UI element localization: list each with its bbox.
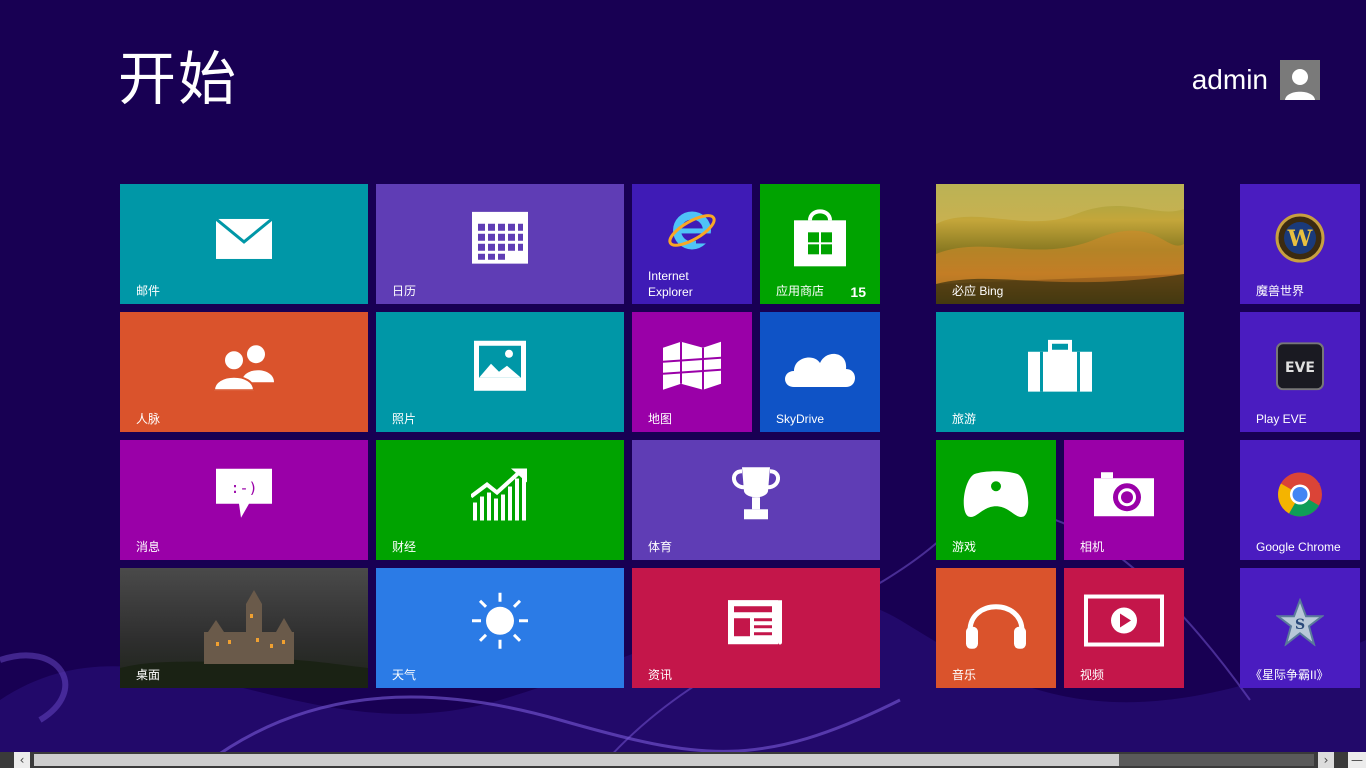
tile-travel[interactable]: 旅游 — [936, 312, 1184, 432]
tile-messaging[interactable]: :-) 消息 — [120, 440, 368, 560]
tile-starcraft[interactable]: S 《星际争霸II》 — [1240, 568, 1360, 688]
tile-label: SkyDrive — [776, 412, 825, 426]
tile-label: 地图 — [648, 412, 673, 426]
tile-label: 魔兽世界 — [1256, 284, 1305, 298]
calendar-icon — [472, 211, 528, 264]
tile-label: 资讯 — [648, 668, 673, 682]
tile-label: 旅游 — [952, 412, 977, 426]
tile-people[interactable]: 人脉 — [120, 312, 368, 432]
tile-finance[interactable]: 财经 — [376, 440, 624, 560]
headphones-icon — [966, 604, 1026, 649]
tile-label: 财经 — [392, 540, 417, 554]
maps-icon — [662, 341, 722, 390]
news-icon — [728, 600, 782, 645]
tile-label: 桌面 — [136, 668, 161, 682]
camera-icon — [1094, 472, 1154, 517]
tile-label: 人脉 — [136, 412, 161, 426]
tile-label-line1: Internet — [648, 269, 689, 283]
tile-photos[interactable]: 照片 — [376, 312, 624, 432]
people-icon — [212, 345, 274, 391]
finance-chart-icon — [471, 468, 527, 521]
tile-world-of-warcraft[interactable]: W 魔兽世界 — [1240, 184, 1360, 304]
tile-camera[interactable]: 相机 — [1064, 440, 1184, 560]
tile-label: 日历 — [392, 284, 417, 298]
wow-icon: W — [1275, 213, 1325, 263]
internet-explorer-icon — [668, 211, 716, 250]
tile-sports[interactable]: 体育 — [632, 440, 880, 560]
tile-label-line2: Explorer — [648, 285, 693, 299]
tile-label: 邮件 — [136, 284, 161, 298]
tile-internet-explorer[interactable]: Internet Explorer — [632, 184, 752, 304]
tile-video[interactable]: 视频 — [1064, 568, 1184, 688]
svg-text:S: S — [1295, 617, 1305, 633]
horizontal-scrollbar[interactable]: ‹ › — — [0, 752, 1366, 768]
photos-icon — [474, 340, 526, 391]
tile-label: 消息 — [136, 540, 161, 554]
tile-store[interactable]: 应用商店 15 — [760, 184, 880, 304]
tile-label: 视频 — [1080, 668, 1105, 682]
eve-icon: EVE — [1276, 342, 1324, 391]
tile-maps[interactable]: 地图 — [632, 312, 752, 432]
chrome-icon — [1278, 472, 1322, 517]
tile-label: 游戏 — [952, 540, 977, 554]
store-icon — [794, 209, 846, 267]
tile-calendar[interactable]: 日历 — [376, 184, 624, 304]
scroll-right-button[interactable]: › — [1318, 752, 1334, 768]
tile-games[interactable]: 游戏 — [936, 440, 1056, 560]
tile-skydrive[interactable]: SkyDrive — [760, 312, 880, 432]
tile-label: 照片 — [392, 412, 417, 426]
tile-label: 必应 Bing — [952, 284, 1004, 298]
tile-label: 《星际争霸II》 — [1250, 668, 1329, 682]
mail-icon — [215, 217, 273, 259]
svg-text:W: W — [1287, 226, 1313, 252]
starcraft-icon: S — [1276, 598, 1324, 647]
message-icon: :-) — [216, 468, 272, 518]
tile-mail[interactable]: 邮件 — [120, 184, 368, 304]
tile-label: 体育 — [648, 540, 673, 554]
tile-label: Play EVE — [1256, 412, 1307, 426]
user-account[interactable]: admin — [1192, 60, 1320, 100]
tile-label: 应用商店 — [776, 284, 825, 298]
xbox-controller-icon — [963, 471, 1029, 517]
tile-bing[interactable]: 必应 Bing — [936, 184, 1184, 304]
tile-label: Internet Explorer — [648, 268, 693, 300]
user-name: admin — [1191, 64, 1268, 95]
tile-weather[interactable]: 天气 — [376, 568, 624, 688]
svg-text::-): :-) — [230, 479, 257, 497]
tile-label: 天气 — [392, 668, 417, 682]
tile-desktop[interactable]: 桌面 — [120, 568, 368, 688]
store-update-count: 15 — [850, 284, 866, 300]
cloud-icon — [785, 353, 855, 387]
trophy-icon — [732, 467, 780, 520]
sun-icon — [472, 592, 528, 649]
svg-text:EVE: EVE — [1285, 360, 1315, 376]
scroll-left-button[interactable]: ‹ — [14, 752, 30, 768]
tile-music[interactable]: 音乐 — [936, 568, 1056, 688]
tile-news[interactable]: 资讯 — [632, 568, 880, 688]
video-play-icon — [1084, 594, 1164, 647]
user-icon — [1285, 69, 1315, 100]
semantic-zoom-button[interactable]: — — [1348, 752, 1366, 768]
tile-label: 音乐 — [952, 668, 977, 682]
tile-play-eve[interactable]: EVE Play EVE — [1240, 312, 1360, 432]
scroll-thumb[interactable] — [34, 754, 1119, 766]
page-title: 开始 — [118, 45, 239, 113]
tile-google-chrome[interactable]: Google Chrome — [1240, 440, 1360, 560]
tile-label: Google Chrome — [1256, 540, 1341, 554]
avatar[interactable] — [1280, 60, 1320, 100]
suitcase-icon — [1028, 339, 1092, 392]
tile-label: 相机 — [1080, 540, 1105, 554]
